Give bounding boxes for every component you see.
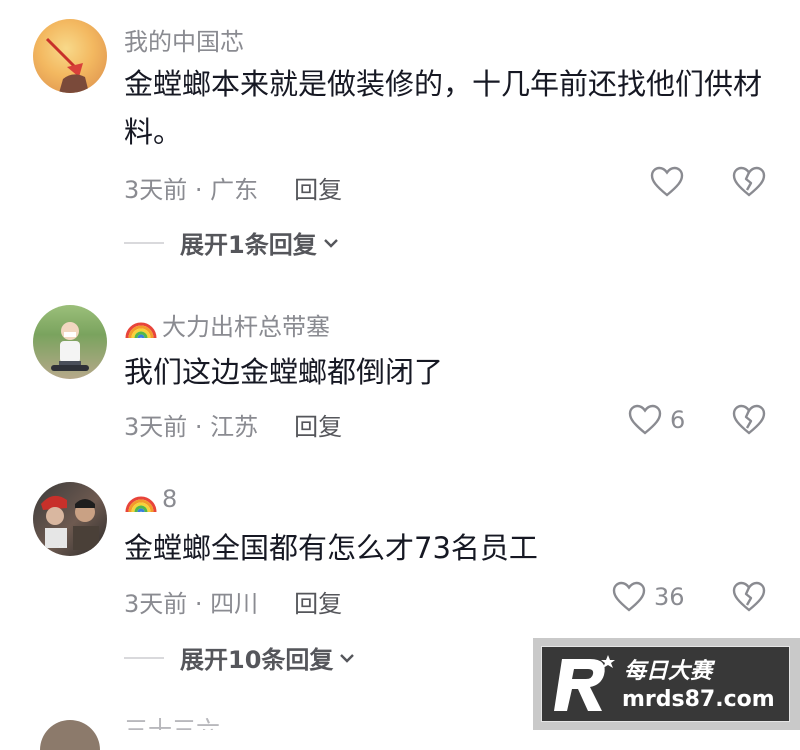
like-count: 6 [670,406,686,434]
comment-meta: 3天前 · 江苏 回复 [124,407,342,442]
time-location: 3天前 · 广东 [124,176,259,204]
heart-icon [650,166,684,197]
expand-replies-button[interactable]: 展开10条回复 [124,640,355,675]
divider [124,241,164,244]
username[interactable]: 我的中国芯 [124,22,244,57]
broken-heart-icon [732,581,766,612]
watermark-box: 每日大赛 mrds87.com [541,646,790,722]
reply-button[interactable]: 回复 [294,170,342,205]
time-location: 3天前 · 江苏 [124,413,259,441]
avatar[interactable]: · · · [33,482,107,556]
watermark-url: mrds87.com [622,687,775,712]
divider [124,656,164,659]
comment-meta: 3天前 · 四川 回复 [124,584,342,619]
comment-meta: 3天前 · 广东 回复 [124,170,342,205]
watermark: 每日大赛 mrds87.com [533,638,800,730]
reply-button[interactable]: 回复 [294,407,342,442]
like-button[interactable]: 6 [628,404,685,436]
svg-text:· · ·: · · · [59,544,67,550]
broken-heart-icon [732,166,766,197]
reply-button[interactable]: 回复 [294,584,342,619]
avatar[interactable] [33,305,107,379]
rainbow-icon [125,496,157,513]
like-button[interactable]: 36 [612,581,685,613]
heart-icon [628,404,662,435]
heart-icon [612,581,646,612]
rainbow-icon [125,322,157,338]
avatar[interactable] [33,19,107,93]
comment-text: 我们这边金螳螂都倒闭了 [124,355,444,389]
dislike-button[interactable] [732,166,766,202]
broken-heart-icon [732,404,766,435]
sunset-avatar-icon [45,37,89,93]
group-photo-avatar-icon: · · · [41,495,99,550]
username[interactable]: 大力出杆总带塞 [124,307,330,342]
dislike-button[interactable] [732,581,766,617]
username: 三十三六 [124,718,224,730]
like-button[interactable] [650,166,684,198]
expand-replies-button[interactable]: 展开1条回复 [124,225,339,260]
comment-text: 金螳螂本来就是做装修的，十几年前还找他们供材料。 [124,67,763,149]
comment-text: 金螳螂全国都有怎么才73名员工 [124,531,538,565]
time-location: 3天前 · 四川 [124,590,259,618]
chevron-down-icon [323,238,338,248]
username[interactable]: 8 [124,484,177,514]
chevron-down-icon [340,653,355,663]
r-logo-icon [554,655,615,711]
avatar[interactable] [40,720,100,750]
like-count: 36 [654,583,685,611]
dislike-button[interactable] [732,404,766,440]
watermark-brand: 每日大赛 [624,659,713,684]
child-photo-avatar-icon [51,322,89,371]
